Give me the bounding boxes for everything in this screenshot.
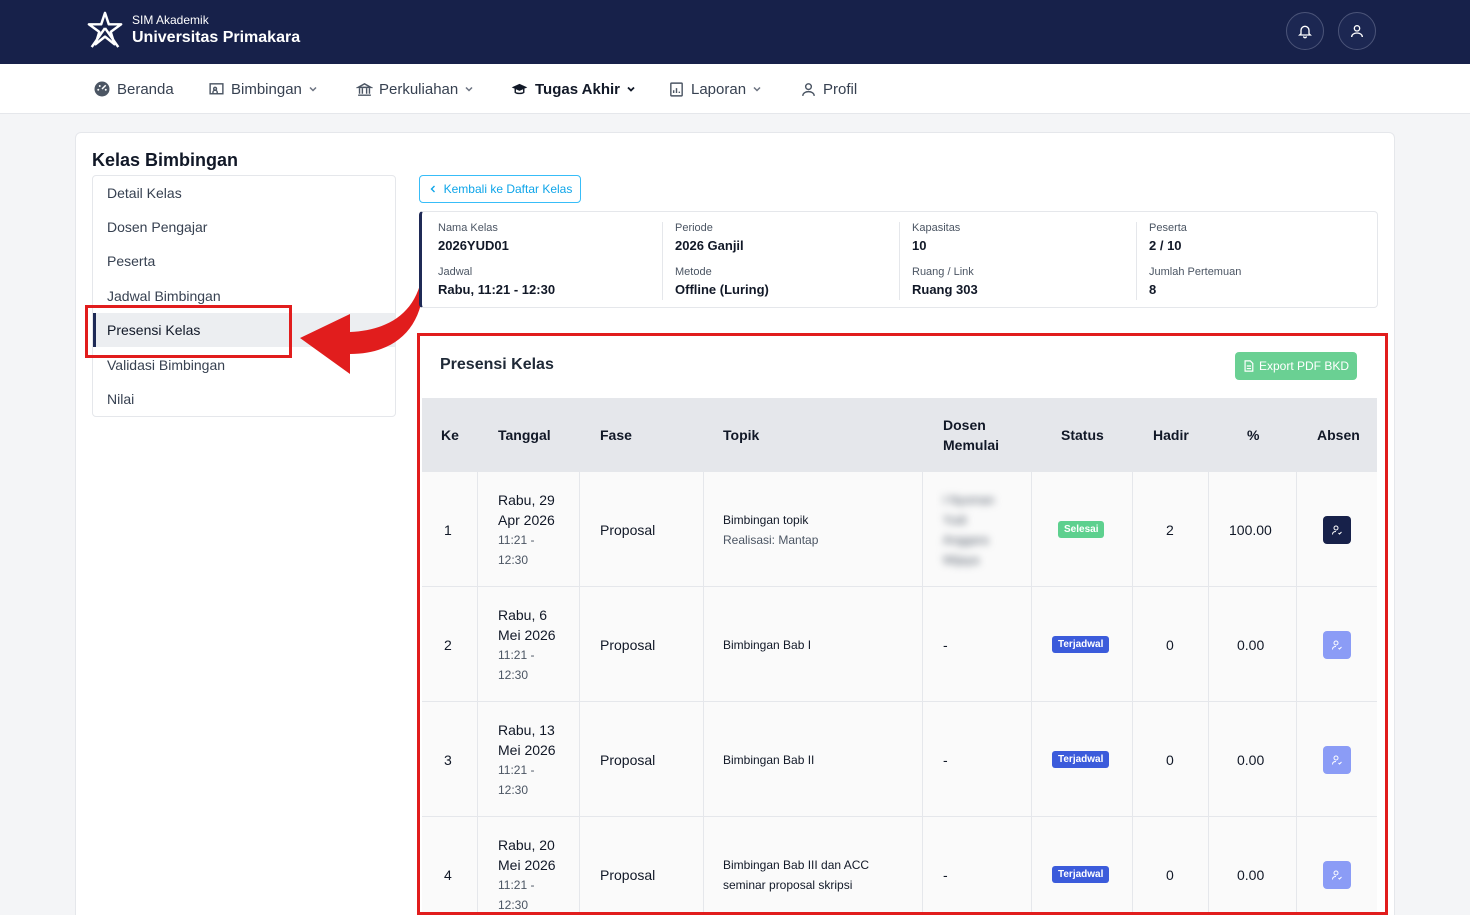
user-icon <box>802 82 815 96</box>
info-label: Ruang / Link <box>912 266 974 278</box>
top-bar: SIM Akademik Universitas Primakara <box>0 0 1470 64</box>
divider <box>1136 222 1137 300</box>
info-value: Rabu, 11:21 - 12:30 <box>438 282 556 297</box>
info-label: Metode <box>675 266 712 278</box>
info-value: 10 <box>912 238 927 253</box>
chevron-down-icon <box>309 86 317 92</box>
info-nama-kelas: Nama Kelas 2026YUD01 <box>438 222 509 253</box>
primakara-logo-icon <box>87 11 123 48</box>
nav-perkuliahan-label: Perkuliahan <box>379 80 459 98</box>
notification-button[interactable] <box>1286 12 1324 50</box>
info-value: 2026YUD01 <box>438 238 509 253</box>
brand-subtitle: SIM Akademik <box>132 12 209 27</box>
info-label: Nama Kelas <box>438 222 498 234</box>
brand-title: Universitas Primakara <box>132 28 301 46</box>
highlight-box-sidebar <box>85 305 292 358</box>
nav-bimbingan[interactable]: Bimbingan <box>208 78 318 100</box>
report-icon <box>670 81 683 97</box>
page-title: Kelas Bimbingan <box>92 150 239 170</box>
info-label: Jadwal <box>438 266 473 278</box>
chevron-down-icon <box>627 86 635 92</box>
user-menu-button[interactable] <box>1338 12 1376 50</box>
bell-icon <box>1298 25 1312 39</box>
dashboard-icon <box>94 81 110 97</box>
side-item-dosen-pengajar[interactable]: Dosen Pengajar <box>93 210 395 244</box>
divider <box>662 222 663 300</box>
brand[interactable]: SIM Akademik Universitas Primakara <box>86 10 300 50</box>
back-to-class-list-button[interactable]: Kembali ke Daftar Kelas <box>419 175 581 203</box>
main-nav: Beranda Bimbingan Perkuliahan Tugas Akhi… <box>0 64 1470 114</box>
graduation-cap-icon <box>511 83 528 94</box>
nav-profil[interactable]: Profil <box>800 78 857 100</box>
nav-beranda-label: Beranda <box>117 80 174 98</box>
nav-laporan[interactable]: Laporan <box>668 78 762 100</box>
info-value: Offline (Luring) <box>675 282 769 297</box>
side-item-detail-kelas[interactable]: Detail Kelas <box>93 176 395 210</box>
info-label: Peserta <box>1149 222 1187 234</box>
presentation-icon <box>209 82 224 94</box>
info-value: 8 <box>1149 282 1157 297</box>
nav-laporan-label: Laporan <box>691 80 747 98</box>
nav-bimbingan-label: Bimbingan <box>231 80 302 98</box>
chevron-left-icon <box>430 185 435 193</box>
info-ruang: Ruang / Link Ruang 303 <box>912 266 978 297</box>
info-label: Kapasitas <box>912 222 961 234</box>
nav-tugas-akhir-label: Tugas Akhir <box>535 80 621 98</box>
info-periode: Periode 2026 Ganjil <box>675 222 744 253</box>
info-label: Periode <box>675 222 713 234</box>
info-label: Jumlah Pertemuan <box>1149 266 1242 278</box>
red-arrow-annotation <box>300 270 424 374</box>
info-jumlah-pertemuan: Jumlah Pertemuan 8 <box>1149 266 1241 297</box>
class-info-panel: Nama Kelas 2026YUD01 Periode 2026 Ganjil… <box>419 211 1378 308</box>
info-peserta: Peserta 2 / 10 <box>1149 222 1187 253</box>
nav-perkuliahan[interactable]: Perkuliahan <box>356 78 474 100</box>
nav-profil-label: Profil <box>823 80 858 98</box>
info-jadwal: Jadwal Rabu, 11:21 - 12:30 <box>438 266 555 297</box>
nav-tugas-akhir[interactable]: Tugas Akhir <box>510 78 636 100</box>
info-kapasitas: Kapasitas 10 <box>912 222 960 253</box>
user-icon <box>1351 25 1363 38</box>
back-button-label: Kembali ke Daftar Kelas <box>443 182 573 196</box>
highlight-box-presensi <box>417 333 1388 915</box>
chevron-down-icon <box>465 86 473 92</box>
chevron-down-icon <box>753 86 761 92</box>
university-icon <box>356 82 373 96</box>
divider <box>899 222 900 300</box>
side-item-nilai[interactable]: Nilai <box>93 382 395 416</box>
nav-beranda[interactable]: Beranda <box>93 78 174 100</box>
info-value: 2 / 10 <box>1149 238 1182 253</box>
info-metode: Metode Offline (Luring) <box>675 266 769 297</box>
info-value: 2026 Ganjil <box>675 238 744 253</box>
info-value: Ruang 303 <box>912 282 978 297</box>
